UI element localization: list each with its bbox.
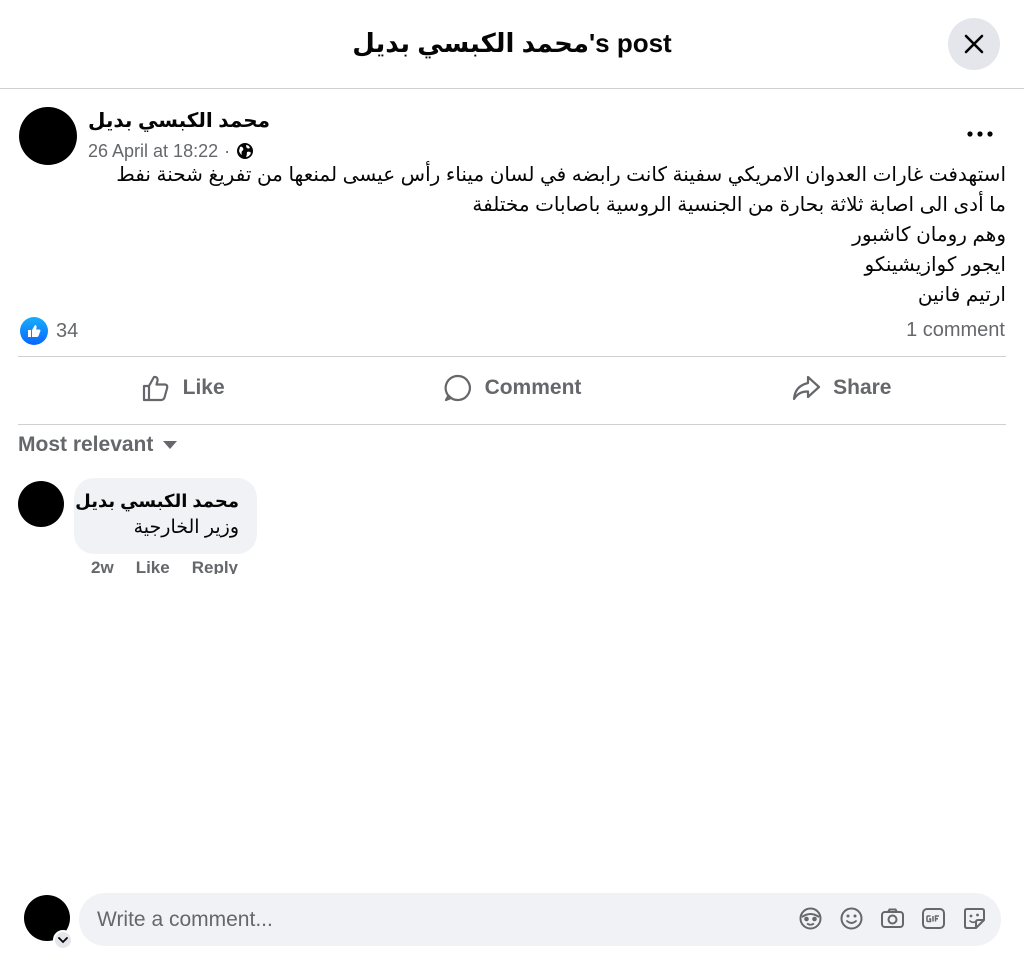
reaction-count[interactable]: 34 (56, 320, 78, 343)
account-switcher[interactable] (53, 930, 73, 950)
thumbs-up-icon (142, 375, 168, 402)
comment-like-link[interactable]: Like (136, 558, 170, 574)
comment-actions: 2w Like Reply (91, 558, 238, 574)
post-body: استهدفت غارات العدوان الامريكي سفينة كان… (16, 160, 1006, 310)
globe-icon[interactable] (236, 142, 254, 160)
emoji-icon[interactable] (839, 906, 864, 931)
comment-label: Comment (484, 376, 582, 399)
dialog-title: محمد الكبسي بديل's post (352, 28, 672, 58)
comment-bubble: محمد الكبسي بديل وزير الخارجية (74, 478, 257, 554)
like-button[interactable]: Like (18, 360, 347, 416)
like-label: Like (182, 376, 225, 399)
post-text-line: ما أدى الى اصابة ثلاثة بحارة من الجنسية … (472, 194, 1006, 216)
comment-composer (79, 893, 1001, 946)
comment-count[interactable]: 1 comment (906, 319, 1005, 342)
camera-icon[interactable] (880, 906, 905, 931)
share-label: Share (833, 376, 892, 399)
comment-time[interactable]: 2w (91, 558, 114, 574)
share-button[interactable]: Share (677, 360, 1006, 416)
gif-icon[interactable] (921, 906, 946, 931)
comment-input[interactable] (97, 893, 777, 946)
composer-toolbar (798, 906, 987, 931)
avatar-sticker-icon[interactable] (798, 906, 823, 931)
sort-label: Most relevant (18, 433, 154, 456)
divider (18, 424, 1006, 425)
post-dialog: محمد الكبسي بديل's post محمد الكبسي بديل… (0, 0, 1024, 973)
post-text-line: وهم رومان كاشبور (852, 224, 1006, 246)
close-icon (964, 34, 984, 54)
post-actions: Like Comment Share (18, 360, 1006, 416)
more-options-button[interactable] (958, 116, 1002, 152)
caret-down-icon (163, 441, 178, 449)
commenter-avatar[interactable] (18, 481, 64, 527)
post-text-line: ارتيم فانين (917, 284, 1006, 306)
more-icon (967, 131, 993, 137)
share-icon (793, 375, 821, 401)
commenter-name[interactable]: محمد الكبسي بديل (75, 488, 239, 514)
chevron-down-icon (58, 936, 68, 943)
dialog-header: محمد الكبسي بديل's post (0, 0, 1024, 89)
author-avatar[interactable] (19, 107, 77, 165)
comment-icon (444, 374, 471, 402)
comment-text: وزير الخارجية (133, 517, 239, 538)
like-reaction-icon (20, 317, 48, 345)
sticker-icon[interactable] (962, 906, 987, 931)
comment-button[interactable]: Comment (347, 360, 676, 416)
reaction-summary[interactable]: 34 (20, 317, 78, 345)
author-name[interactable]: محمد الكبسي بديل (88, 108, 270, 134)
comment-sort-dropdown[interactable]: Most relevant (18, 433, 178, 457)
post-text-line: استهدفت غارات العدوان الامريكي سفينة كان… (116, 164, 1006, 186)
post-text-line: ايجور كوازيشينكو (864, 254, 1006, 276)
close-button[interactable] (948, 18, 1000, 70)
divider (18, 356, 1006, 357)
comment-reply-link[interactable]: Reply (192, 558, 238, 574)
